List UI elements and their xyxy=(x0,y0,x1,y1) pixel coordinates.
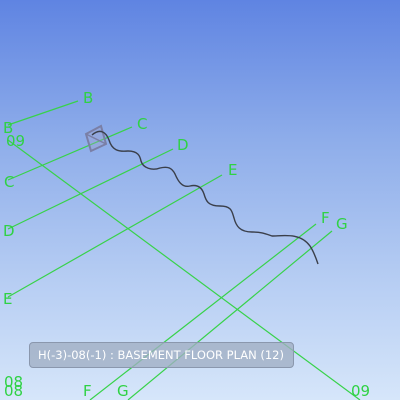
grid-label-f-bottom: F xyxy=(83,382,92,400)
grid-canvas[interactable]: B B 09 C C D D E E F G 08 08 F G 09 xyxy=(0,0,400,400)
grid-line-g[interactable] xyxy=(127,230,333,400)
grid-line-b[interactable] xyxy=(7,100,79,126)
3d-viewport[interactable]: B B 09 C C D D E E F G 08 08 F G 09 H(-3… xyxy=(0,0,400,400)
grid-label-09-left: 09 xyxy=(6,132,25,150)
grid-label-e-left: E xyxy=(3,290,12,308)
grid-label-d-left: D xyxy=(3,222,15,240)
grid-label-c-left: C xyxy=(4,173,14,191)
grid-label-c: C xyxy=(137,115,147,133)
grid-line-f[interactable] xyxy=(89,223,317,400)
grid-label-g: G xyxy=(336,215,348,233)
grid-line-e[interactable] xyxy=(7,174,223,298)
element-tooltip: H(-3)-08(-1) : BASEMENT FLOOR PLAN (12) xyxy=(29,342,294,368)
grid-label-f: F xyxy=(321,209,330,227)
grid-label-e: E xyxy=(228,161,237,179)
wire-curve[interactable] xyxy=(91,130,319,265)
view-box-icon[interactable] xyxy=(84,124,108,153)
grid-label-08-lower: 08 xyxy=(4,382,23,400)
grid-label-d: D xyxy=(177,136,189,154)
grid-label-09-bottom: 09 xyxy=(351,382,370,400)
grid-label-b: B xyxy=(83,89,93,107)
grid-label-g-bottom: G xyxy=(117,382,129,400)
